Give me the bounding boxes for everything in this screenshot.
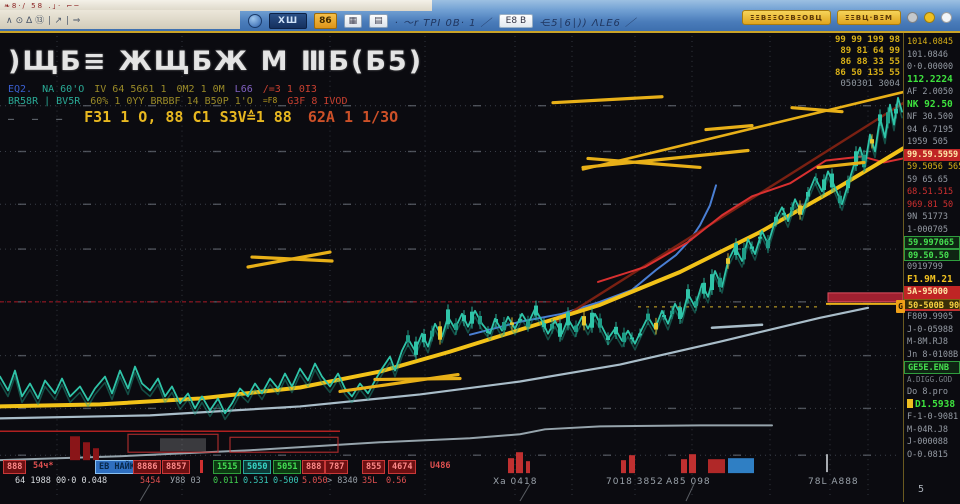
e8b-button[interactable]: Ε8 Β (499, 14, 533, 28)
gold-action-button-2[interactable]: ΞΞΒЦ·ΒΞΜ (837, 10, 901, 25)
indicator-row-2: BR58R | BV5R 60% 1 0YY BRBBF 14 B50P 1'O =… (8, 96, 347, 107)
period-button[interactable]: 86 (314, 13, 337, 29)
axis-price-row: 99.59.5959 (904, 149, 960, 162)
gold-action-button-1[interactable]: ΞΞΒΞΞΟΞΒΞΟΒЦ (742, 10, 831, 25)
indicator-segment: /=3 1 0I3 (263, 84, 317, 95)
axis-price-row: M-8M.RJ8 (904, 336, 960, 349)
yellow-tag-icon (907, 399, 913, 408)
axis-price-row: Do 8.pro (904, 386, 960, 399)
indicator-segment: G3F 8 IVOD (287, 96, 347, 107)
axis-price-row: F809.9905 (904, 311, 960, 324)
axis-price-row: A.DIGG.GOD (904, 374, 960, 387)
axis-price-row: 59.5056 565 (904, 161, 960, 174)
status-circle-gold-icon[interactable] (924, 12, 935, 23)
axis-price-row: 969.81 50 (904, 199, 960, 212)
status-circle-white-icon[interactable] (941, 12, 952, 23)
page-number: 5 (918, 484, 924, 495)
overlay-row: 86 50 135 55 (835, 68, 900, 79)
report-view-button[interactable]: ▤ (369, 14, 388, 28)
axis-price-row: J-000088 (904, 436, 960, 449)
quote-mode-button[interactable]: ΧШ (269, 13, 307, 29)
axis-price-row: 59.997065 (904, 236, 960, 249)
axis-price-row: F1.9M.21 (904, 274, 960, 287)
indicator-segment: — — — (8, 114, 68, 125)
indicator-segment: BR58R | BV5R (8, 96, 80, 107)
kline-chart-area[interactable]: )ЩБ≡ ЖЩБЖ М ⅢБ(Б5) EQ2. NA 60'O IV 64 5661… (0, 33, 903, 502)
indicator-segment: 0M2 1 0M (177, 84, 225, 95)
overlay-row: 89 81 64 99 (835, 46, 900, 57)
overlay-row: 99 99 199 98 (835, 35, 900, 46)
toolbar-annotation-2: ⋲5∣6∣)) ΛLΕ6 ／ (540, 14, 636, 29)
axis-price-row: GE5E.ENB (904, 361, 960, 374)
grid-view-button[interactable]: ▦ (344, 14, 363, 28)
menu-strip[interactable]: ∧⊙∆⑬∣↗∣⇒ (0, 10, 240, 29)
axis-price-row: 112.2224 (904, 74, 960, 87)
axis-price-row: 5A-95000 (904, 286, 960, 299)
axis-price-row: 9N 51773 (904, 211, 960, 224)
axis-price-row: 1-000705 (904, 224, 960, 237)
status-circle-gray-icon[interactable] (907, 12, 918, 23)
axis-price-row: 1959 505 (904, 136, 960, 149)
axis-price-row: 59 65.65 (904, 174, 960, 187)
indicator-row-1: EQ2. NA 60'O IV 64 5661 1 0M2 1 0M L66 /=3 1 … (8, 84, 317, 95)
overlay-row: 050301 3004 (835, 79, 900, 90)
toolbar-annotation-1: · ～r ΤΡΙ 0Β· 1 ／ (395, 14, 492, 29)
axis-price-row: 0·0.00000 (904, 61, 960, 74)
indicator-segment: NA 60'O (42, 84, 84, 95)
indicator-segment: IV 64 5661 1 (94, 84, 166, 95)
axis-price-row: 94 6.7195 (904, 124, 960, 137)
axis-price-row: 101.0846 (904, 49, 960, 62)
toolbar-right: ΞΞΒΞΞΟΞΒΞΟΒЦ ΞΞΒЦ·ΒΞΜ (742, 10, 952, 25)
axis-price-row: 1014.0845 (904, 36, 960, 49)
indicator-segment: EQ2. (8, 84, 32, 95)
axis-price-row: NF 30.500 (904, 111, 960, 124)
axis-price-row: 0919799 (904, 261, 960, 274)
axis-price-row: J-0-05988 (904, 324, 960, 337)
trading-app-window: ❧8·/ 58 .」· ⌐─ ∧⊙∆⑬∣↗∣⇒ ΧШ 86 ▦ ▤ · ～r Τ… (0, 0, 960, 504)
indicator-segment: =F8 (263, 96, 277, 107)
indicator-segment: L66 (235, 84, 253, 95)
corner-quote-overlay: 99 99 199 9889 81 64 9986 88 33 5586 50 … (835, 35, 900, 90)
indicator-segment: F31 1 O, 88 C1 S3V≙1 88 (84, 108, 292, 126)
axis-price-row: D1.5938 (904, 399, 960, 412)
toolbar: ΧШ 86 ▦ ▤ · ～r ΤΡΙ 0Β· 1 ／ Ε8 Β ⋲5∣6∣)) … (248, 11, 636, 31)
indicator-segment: 60% 1 0YY BRBBF 14 B50P 1'O (90, 96, 253, 107)
chart-title: )ЩБ≡ ЖЩБЖ М ⅢБ(Б5) (8, 46, 423, 77)
overlay-row: 86 88 33 55 (835, 57, 900, 68)
indicator-row-3: — — — F31 1 O, 88 C1 S3V≙1 88 62A 1 1/3O (8, 108, 398, 126)
axis-price-row: AF 2.0050 (904, 86, 960, 99)
titlebar: ❧8·/ 58 .」· ⌐─ ∧⊙∆⑬∣↗∣⇒ ΧШ 86 ▦ ▤ · ～r Τ… (0, 0, 960, 33)
axis-price-row: Jn 8-0108B (904, 349, 960, 362)
axis-price-row: 50-500B 900G (904, 299, 960, 312)
main-area: )ЩБ≡ ЖЩБЖ М ⅢБ(Б5) EQ2. NA 60'O IV 64 5661… (0, 33, 960, 502)
indicator-segment: 62A 1 1/3O (308, 108, 398, 126)
app-logo-icon (248, 14, 262, 28)
axis-price-row: 68.51.515 (904, 186, 960, 199)
axis-price-row: 09.50.50 (904, 249, 960, 262)
axis-price-row: M-04R.J8 (904, 424, 960, 437)
axis-price-row: NK 92.50 (904, 99, 960, 112)
axis-price-row: O-0.0815 (904, 449, 960, 462)
price-axis-panel: 1014.0845101.08460·0.00000112.2224AF 2.0… (903, 33, 960, 502)
axis-price-row: F-1-0-9081 (904, 411, 960, 424)
